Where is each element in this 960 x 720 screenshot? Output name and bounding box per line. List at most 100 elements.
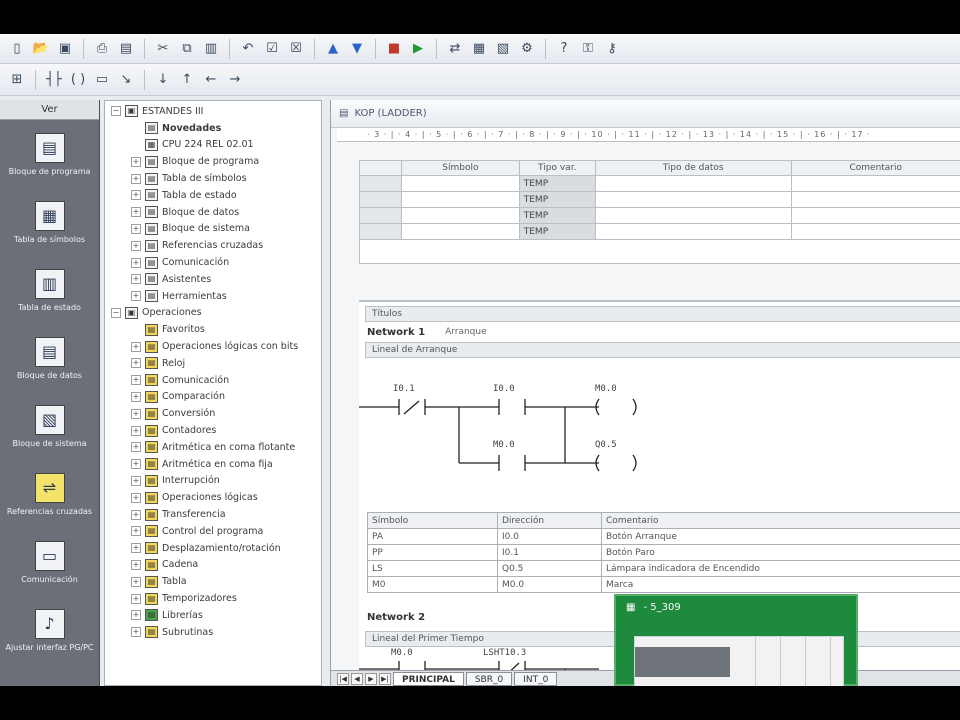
program-title-band[interactable]: Títulos <box>365 306 960 322</box>
tree-item[interactable]: + ▤ Comparación <box>105 389 321 406</box>
tree-item[interactable]: + ▤ Conversión <box>105 405 321 422</box>
collapse-icon[interactable]: − <box>111 307 121 318</box>
expand-icon[interactable]: + <box>131 593 141 604</box>
print-icon[interactable]: ⎙ <box>91 38 113 60</box>
undo-icon[interactable]: ↶ <box>237 38 259 60</box>
tree-item[interactable]: + ▤ Aritmética en coma fija <box>105 456 321 473</box>
variable-cell[interactable]: TEMP <box>518 207 596 224</box>
tree-item[interactable]: + ▤ Bloque de programa <box>105 153 321 170</box>
variable-cell[interactable] <box>594 175 792 192</box>
tree-item[interactable]: + ▤ Cadena <box>105 557 321 574</box>
tree-item[interactable]: + ▤ Tabla de estado <box>105 187 321 204</box>
expand-icon[interactable]: + <box>131 358 141 369</box>
tree-item[interactable]: + ▤ Bloque de sistema <box>105 221 321 238</box>
tree-item[interactable]: + ▤ Transferencia <box>105 506 321 523</box>
expand-icon[interactable]: + <box>131 526 141 537</box>
tree-item[interactable]: + ▤ Reloj <box>105 355 321 372</box>
stop-icon[interactable]: ■ <box>383 38 405 60</box>
expand-icon[interactable]: + <box>131 543 141 554</box>
expand-icon[interactable]: + <box>131 223 141 234</box>
expand-icon[interactable]: + <box>131 425 141 436</box>
help-icon[interactable]: ? <box>553 38 575 60</box>
variable-cell[interactable] <box>359 207 402 224</box>
tab-principal[interactable]: PRINCIPAL <box>393 671 464 686</box>
expand-icon[interactable]: + <box>131 341 141 352</box>
variable-cell[interactable] <box>401 191 520 208</box>
key-icon[interactable]: ⚷ <box>601 38 623 60</box>
expand-icon[interactable]: + <box>131 257 141 268</box>
paste-icon[interactable]: ▥ <box>200 38 222 60</box>
left-line-icon[interactable]: ← <box>200 69 222 91</box>
variable-cell[interactable] <box>359 191 402 208</box>
download-icon[interactable]: ▼ <box>346 38 368 60</box>
variable-cell[interactable]: TEMP <box>518 191 596 208</box>
variable-cell[interactable] <box>790 191 960 208</box>
expand-icon[interactable]: + <box>131 274 141 285</box>
variable-cell[interactable]: TEMP <box>518 175 596 192</box>
expand-icon[interactable]: + <box>131 459 141 470</box>
expand-icon[interactable]: + <box>131 291 141 302</box>
tree-item[interactable]: − ▣ Operaciones <box>105 305 321 322</box>
tab-prev-icon[interactable]: ◀ <box>351 672 363 685</box>
tree-item[interactable]: + ▤ Operaciones lógicas con bits <box>105 338 321 355</box>
tab-int0[interactable]: INT_0 <box>514 671 558 686</box>
nav-item[interactable]: ⇌ Referencias cruzadas <box>0 460 99 528</box>
expand-icon[interactable]: + <box>131 240 141 251</box>
nav-item[interactable]: ▦ Tabla de símbolos <box>0 188 99 256</box>
run-icon[interactable]: ▶ <box>407 38 429 60</box>
nav-item[interactable]: ▤ Bloque de datos <box>0 324 99 392</box>
tree-item[interactable]: + ▤ Tabla de símbolos <box>105 170 321 187</box>
nav-item[interactable]: ▧ Bloque de sistema <box>0 392 99 460</box>
options-icon[interactable]: ⚙ <box>516 38 538 60</box>
variable-cell[interactable]: TEMP <box>518 223 596 240</box>
variable-cell[interactable] <box>359 175 402 192</box>
expand-icon[interactable]: + <box>131 559 141 570</box>
tab-sbr0[interactable]: SBR_0 <box>465 671 513 686</box>
tree-item[interactable]: + ▤ Referencias cruzadas <box>105 237 321 254</box>
expand-icon[interactable]: + <box>131 156 141 167</box>
tree-item[interactable]: ▤ Novedades <box>105 120 321 137</box>
tree-item[interactable]: + ▤ Comunicación <box>105 372 321 389</box>
expand-icon[interactable]: + <box>131 173 141 184</box>
expand-icon[interactable]: + <box>131 408 141 419</box>
compile-icon[interactable]: ☑ <box>261 38 283 60</box>
variable-cell[interactable] <box>401 223 520 240</box>
tree-item[interactable]: + ▤ Herramientas <box>105 288 321 305</box>
contact-icon[interactable]: ┤├ <box>43 69 65 91</box>
tab-first-icon[interactable]: |◀ <box>337 672 349 685</box>
expand-icon[interactable]: + <box>131 475 141 486</box>
tree-item[interactable]: + ▤ Librerías <box>105 607 321 624</box>
preview-icon[interactable]: ▤ <box>115 38 137 60</box>
tab-last-icon[interactable]: ▶| <box>379 672 391 685</box>
collapse-icon[interactable]: − <box>111 106 121 117</box>
expand-icon[interactable]: + <box>131 207 141 218</box>
expand-icon[interactable]: + <box>131 627 141 638</box>
cut-icon[interactable]: ✂ <box>152 38 174 60</box>
tree-item[interactable]: + ▤ Tabla <box>105 573 321 590</box>
down-line-icon[interactable]: ↓ <box>152 69 174 91</box>
network-1-band[interactable]: Lineal de Arranque <box>365 342 960 358</box>
open-icon[interactable]: 📂 <box>30 38 52 60</box>
coil-icon[interactable]: ( ) <box>67 69 89 91</box>
tab-next-icon[interactable]: ▶ <box>365 672 377 685</box>
compile-all-icon[interactable]: ☒ <box>285 38 307 60</box>
variable-cell[interactable] <box>359 223 402 240</box>
variable-cell[interactable] <box>401 207 520 224</box>
tree-item[interactable]: + ▤ Aritmética en coma flotante <box>105 439 321 456</box>
nav-item[interactable]: ▤ Bloque de programa <box>0 120 99 188</box>
save-icon[interactable]: ▣ <box>54 38 76 60</box>
box-icon[interactable]: ▭ <box>91 69 113 91</box>
right-line-icon[interactable]: → <box>224 69 246 91</box>
variable-row[interactable]: TEMP <box>359 207 960 224</box>
nav-item[interactable]: ♪ Ajustar interfaz PG/PC <box>0 596 99 664</box>
chart-icon[interactable]: ▧ <box>492 38 514 60</box>
expand-icon[interactable]: + <box>131 576 141 587</box>
tree-item[interactable]: − ▣ ESTANDES III <box>105 103 321 120</box>
expand-icon[interactable]: + <box>131 375 141 386</box>
tree-item[interactable]: + ▤ Control del programa <box>105 523 321 540</box>
tree-item[interactable]: + ▤ Temporizadores <box>105 590 321 607</box>
variable-cell[interactable] <box>594 191 792 208</box>
tree-item[interactable]: + ▤ Subrutinas <box>105 624 321 641</box>
variable-cell[interactable] <box>594 223 792 240</box>
nav-item[interactable]: ▥ Tabla de estado <box>0 256 99 324</box>
